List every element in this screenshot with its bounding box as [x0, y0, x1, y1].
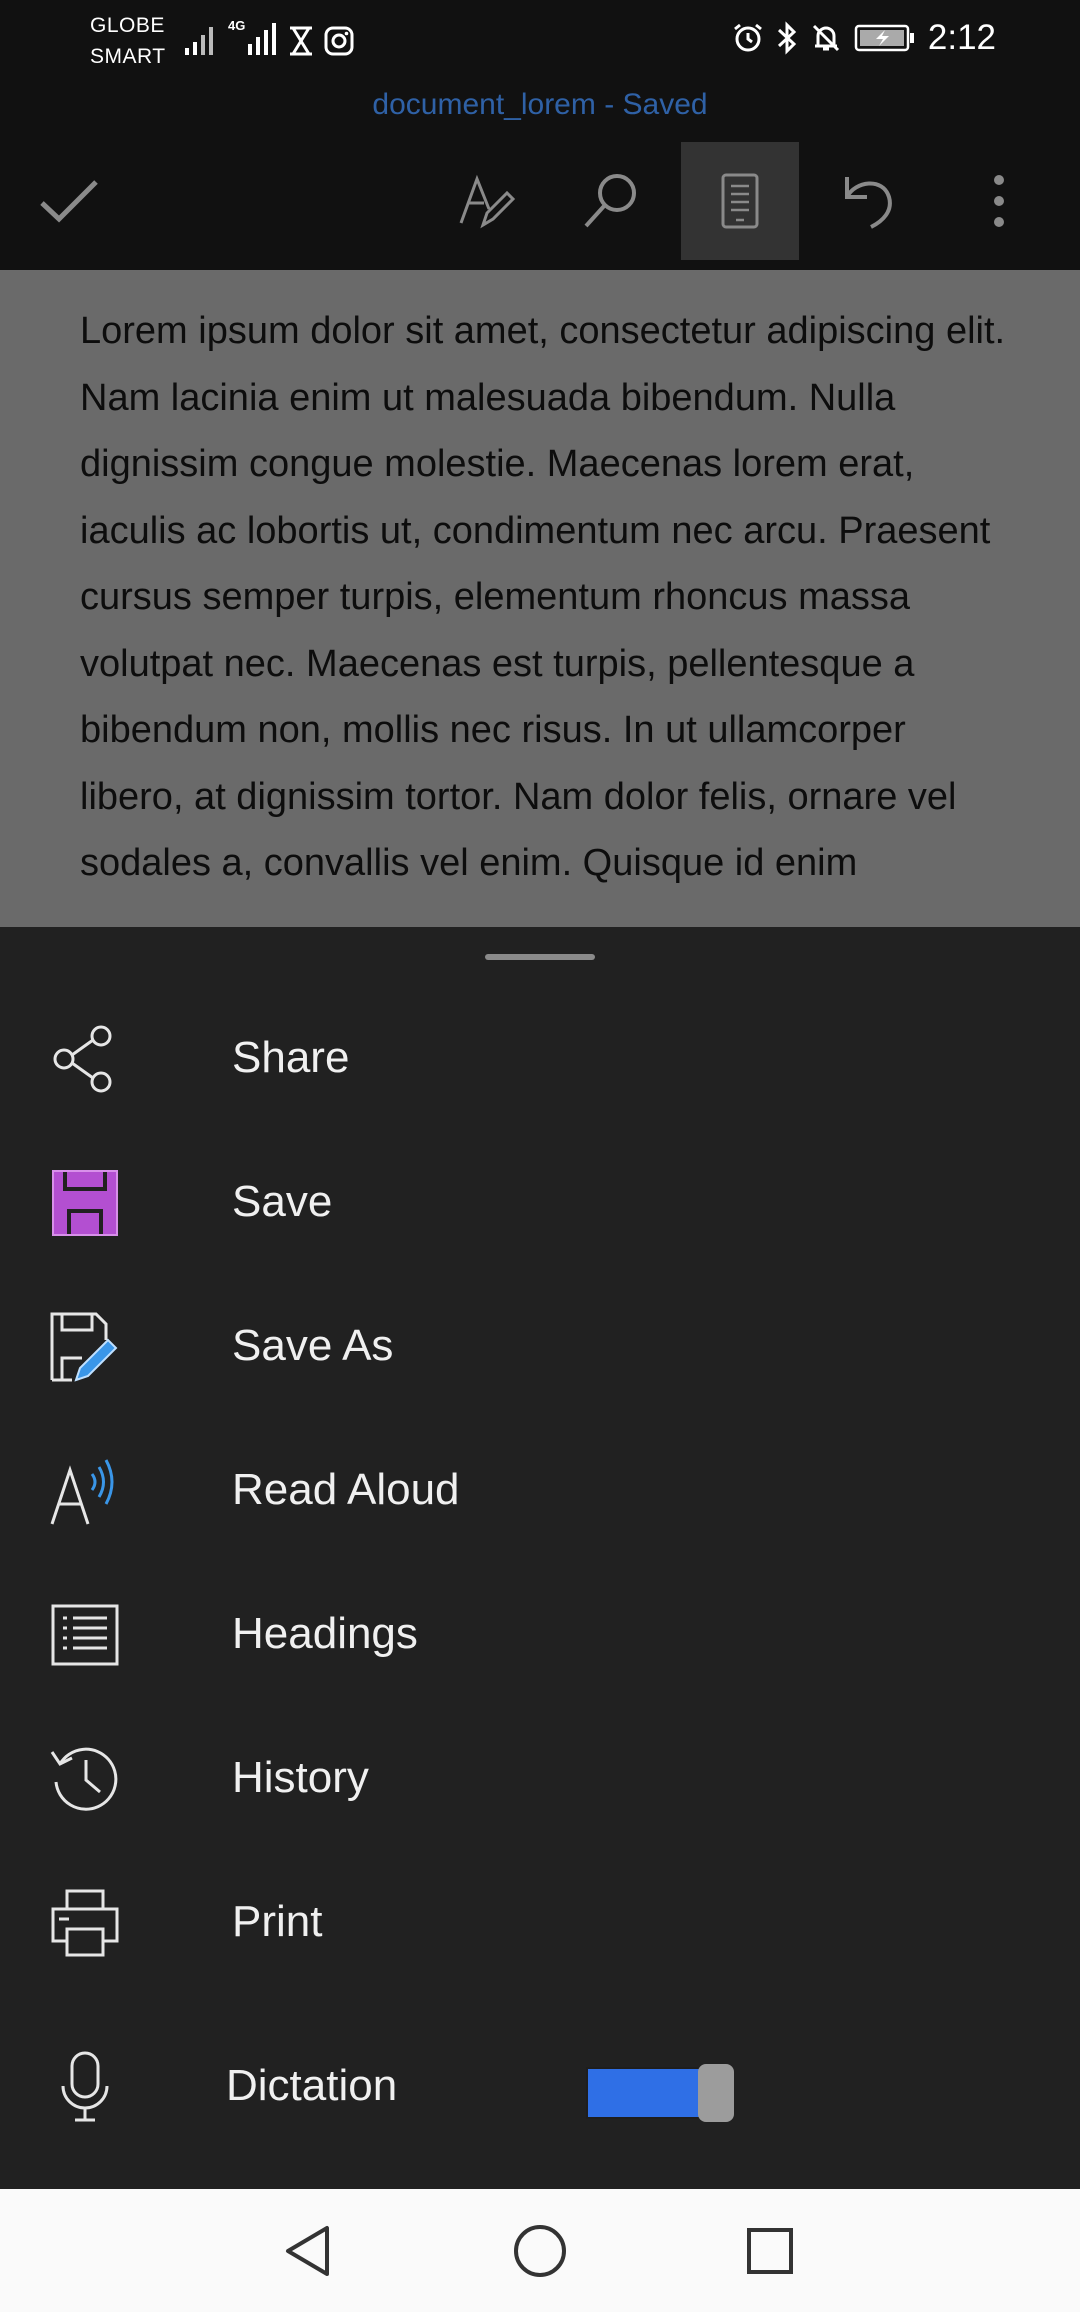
save-as-icon: [40, 1312, 130, 1382]
menu-item-save[interactable]: Save: [0, 1130, 1080, 1274]
clock: 2:12: [927, 18, 996, 57]
menu-item-dictation[interactable]: Dictation: [0, 2014, 1080, 2158]
checkmark-icon: [40, 180, 98, 223]
done-button[interactable]: [10, 142, 128, 260]
share-icon: [40, 1024, 130, 1094]
menu-item-history[interactable]: History: [0, 1706, 1080, 1850]
word-toolbar: document_lorem - Saved: [0, 82, 1080, 270]
save-icon: [40, 1168, 130, 1238]
print-icon: [40, 1888, 130, 1958]
back-button[interactable]: [268, 2211, 348, 2291]
menu-item-save-as[interactable]: Save As: [0, 1274, 1080, 1418]
menu-item-print[interactable]: Print: [0, 1850, 1080, 1994]
mobile-view-icon: [721, 173, 759, 229]
bluetooth-icon: [777, 21, 797, 55]
alarm-icon: [733, 23, 762, 52]
pen-text-icon: [459, 174, 516, 229]
notifications-off-icon: [812, 24, 839, 52]
signal-strength-icon: [185, 27, 213, 55]
menu-item-headings[interactable]: Headings: [0, 1562, 1080, 1706]
home-circle-icon: [514, 2225, 566, 2277]
menu-item-read-aloud[interactable]: Read Aloud: [0, 1418, 1080, 1562]
document-title: document_lorem - Saved: [372, 88, 708, 121]
mobile-data-signal-icon: 4G: [228, 18, 278, 56]
recents-square-icon: [747, 2228, 793, 2274]
toggle-track: [586, 2067, 704, 2119]
draw-button[interactable]: [428, 142, 546, 260]
mobile-view-button[interactable]: [681, 142, 799, 260]
read-aloud-icon: [40, 1456, 130, 1526]
dictation-toggle[interactable]: [586, 2064, 734, 2122]
instagram-icon: [324, 26, 354, 56]
undo-icon: [845, 177, 892, 229]
search-icon: [584, 174, 636, 228]
home-button[interactable]: [500, 2211, 580, 2291]
more-options-button[interactable]: [940, 142, 1058, 260]
search-button[interactable]: [552, 142, 670, 260]
recents-button[interactable]: [730, 2211, 810, 2291]
options-bottom-sheet: Share Save Save As Read Aloud Headings H…: [0, 927, 1080, 2189]
menu-item-label: Save As: [232, 1321, 394, 1370]
undo-button[interactable]: [810, 142, 928, 260]
menu-item-label: History: [232, 1753, 369, 1802]
menu-item-label: Print: [232, 1897, 323, 1946]
menu-item-label: Share: [232, 1033, 350, 1082]
history-icon: [40, 1744, 130, 1814]
microphone-icon: [40, 2051, 130, 2122]
battery-charging-icon: [854, 24, 914, 52]
status-bar: GLOBE SMART 4G 2:12: [0, 0, 1080, 82]
signal-icons: 4G: [184, 18, 354, 56]
sheet-drag-handle[interactable]: [485, 954, 595, 960]
status-right: 2:12: [732, 18, 996, 58]
hourglass-icon: [290, 26, 312, 56]
menu-item-label: Read Aloud: [232, 1465, 460, 1514]
menu-item-label: Headings: [232, 1609, 418, 1658]
menu-item-share[interactable]: Share: [0, 986, 1080, 1130]
toggle-thumb: [698, 2064, 734, 2122]
carrier-name: GLOBE SMART: [90, 14, 166, 68]
document-body-text[interactable]: Lorem ipsum dolor sit amet, consectetur …: [80, 298, 1010, 897]
document-canvas[interactable]: Lorem ipsum dolor sit amet, consectetur …: [0, 270, 1080, 927]
menu-item-label: Save: [232, 1177, 333, 1226]
back-triangle-icon: [286, 2226, 329, 2276]
menu-item-label: Dictation: [226, 2061, 398, 2110]
headings-icon: [40, 1600, 130, 1670]
system-navigation-bar: [0, 2189, 1080, 2312]
more-vertical-icon: [994, 175, 1004, 227]
